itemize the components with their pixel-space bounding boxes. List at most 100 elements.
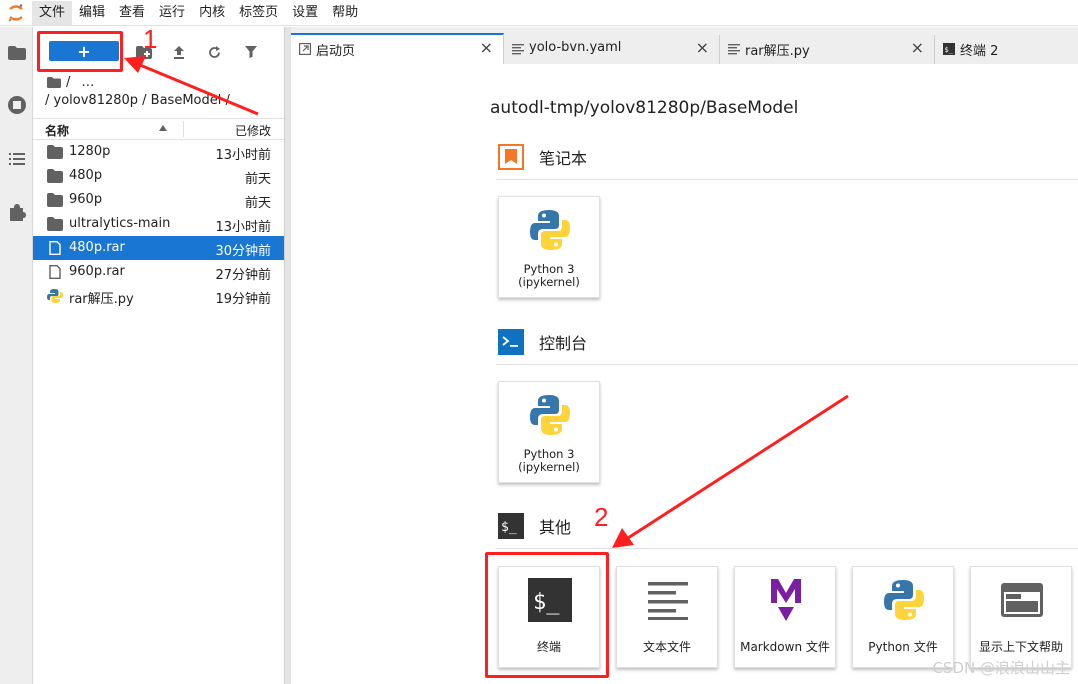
file-row-rar-py[interactable]: rar解压.py 19分钟前 — [33, 284, 284, 308]
file-modified: 27分钟前 — [215, 268, 271, 283]
close-icon[interactable]: × — [911, 40, 924, 56]
notebook-section-title: 笔记本 — [539, 149, 588, 168]
column-name-header[interactable]: 名称 — [45, 122, 69, 139]
python-logo-icon — [525, 205, 575, 255]
context-help-card[interactable]: 显示上下文帮助 — [970, 566, 1072, 668]
menu-help[interactable]: 帮助 — [325, 1, 365, 25]
file-name: rar解压.py — [69, 292, 134, 307]
svg-text:$_: $_ — [945, 46, 954, 54]
file-row-960p-rar[interactable]: 960p.rar 27分钟前 — [33, 260, 284, 284]
file-modified: 30分钟前 — [215, 244, 271, 259]
running-kernels-icon[interactable] — [0, 90, 33, 120]
tab-label: yolo-bvn.yaml — [529, 40, 622, 55]
file-name: 960p.rar — [69, 264, 125, 279]
file-row-480p-rar[interactable]: 480p.rar 30分钟前 — [33, 236, 284, 260]
file-row-480p[interactable]: 480p 前天 — [33, 164, 284, 188]
card-label: Python 文件 — [868, 640, 938, 654]
section-divider — [496, 179, 1078, 180]
card-label: 显示上下文帮助 — [978, 640, 1063, 654]
home-folder-icon — [47, 77, 61, 88]
upload-icon[interactable] — [168, 41, 190, 63]
close-icon[interactable]: × — [696, 40, 709, 56]
folder-icon — [47, 217, 63, 231]
context-help-icon — [997, 575, 1047, 625]
text-file-icon — [728, 44, 740, 55]
refresh-icon[interactable] — [203, 41, 225, 63]
python-icon — [879, 575, 929, 625]
tab-terminal-2[interactable]: $_ 终端 2 — [935, 35, 1078, 64]
card-label-line2: (ipykernel) — [518, 275, 580, 289]
section-divider — [496, 548, 1078, 549]
file-row-ultralytics-main[interactable]: ultralytics-main 13小时前 — [33, 212, 284, 236]
table-of-contents-icon[interactable] — [0, 144, 33, 174]
breadcrumb-root-slash[interactable]: / — [66, 75, 70, 90]
markdown-icon — [761, 575, 811, 625]
file-row-960p[interactable]: 960p 前天 — [33, 188, 284, 212]
card-label: Python 3 (ipykernel) — [499, 448, 599, 474]
file-modified: 前天 — [244, 196, 271, 211]
python-logo-icon — [525, 390, 575, 440]
svg-text:$_: $_ — [501, 520, 517, 535]
tab-launcher[interactable]: 启动页 × — [291, 33, 504, 64]
file-modified: 前天 — [244, 172, 271, 187]
python-file-card[interactable]: Python 文件 — [852, 566, 954, 668]
column-modified-header[interactable]: 已修改 — [235, 122, 271, 139]
file-icon — [49, 241, 61, 255]
folder-icon — [47, 193, 63, 207]
file-modified: 19分钟前 — [215, 292, 271, 307]
close-icon[interactable]: × — [480, 40, 493, 56]
tab-bar: 启动页 × yolo-bvn.yaml × rar解压.py × $_ 终端 2 — [291, 27, 1078, 64]
file-list-header: 名称 已修改 — [33, 118, 284, 140]
launcher-panel: autodl-tmp/yolov81280p/BaseModel 笔记本 Pyt… — [291, 64, 1078, 684]
breadcrumb-root[interactable]: / … — [47, 75, 94, 90]
breadcrumb-path[interactable]: / yolov81280p / BaseModel / — [45, 93, 230, 108]
other-section-header: $_ 其他 — [498, 513, 571, 539]
folder-icon — [47, 169, 63, 183]
menu-settings[interactable]: 设置 — [285, 1, 325, 25]
card-label: 文本文件 — [642, 640, 691, 654]
menu-bar: 文件 编辑 查看 运行 内核 标签页 设置 帮助 — [0, 0, 1078, 26]
console-python3-card[interactable]: Python 3 (ipykernel) — [498, 381, 600, 483]
watermark-text: CSDN @浪浪山山主 — [932, 659, 1070, 677]
file-modified: 13小时前 — [215, 148, 271, 163]
notebook-section-header: 笔记本 — [498, 144, 587, 170]
terminal-icon: $_ — [943, 43, 955, 55]
left-activity-bar — [0, 27, 33, 684]
annotation-box-2 — [485, 552, 609, 678]
tab-rar-py[interactable]: rar解压.py × — [720, 35, 935, 64]
annotation-number-1: 1 — [143, 24, 158, 54]
jupyterlab-window: 文件 编辑 查看 运行 内核 标签页 设置 帮助 + / … / yolov81… — [0, 0, 1078, 684]
menu-kernel[interactable]: 内核 — [192, 1, 232, 25]
column-divider — [183, 121, 184, 137]
terminal-section-icon: $_ — [498, 513, 524, 539]
file-browser-folder-icon[interactable] — [0, 38, 33, 68]
notebook-python3-card[interactable]: Python 3 (ipykernel) — [498, 196, 600, 298]
folder-icon — [47, 145, 63, 159]
text-file-icon — [512, 44, 524, 55]
menu-tabs[interactable]: 标签页 — [232, 1, 285, 25]
file-row-1280p[interactable]: 1280p 13小时前 — [33, 140, 284, 164]
file-name: ultralytics-main — [69, 216, 171, 231]
markdown-file-card[interactable]: Markdown 文件 — [734, 566, 836, 668]
text-lines-icon — [643, 575, 693, 625]
console-section-title: 控制台 — [539, 334, 588, 353]
text-file-card[interactable]: 文本文件 — [616, 566, 718, 668]
menu-view[interactable]: 查看 — [112, 1, 152, 25]
file-browser-panel: + / … / yolov81280p / BaseModel / 名称 已修改… — [33, 27, 284, 684]
sort-ascending-icon — [159, 125, 167, 131]
breadcrumb-ellipsis[interactable]: … — [81, 75, 94, 90]
panel-splitter[interactable] — [284, 27, 291, 684]
other-section-title: 其他 — [539, 518, 572, 537]
filter-icon[interactable] — [240, 41, 262, 63]
menu-run[interactable]: 运行 — [152, 1, 192, 25]
console-section-header: 控制台 — [498, 329, 587, 355]
extensions-puzzle-icon[interactable] — [0, 197, 33, 227]
launcher-cwd-path: autodl-tmp/yolov81280p/BaseModel — [490, 98, 799, 118]
card-label: Python 3 (ipykernel) — [499, 263, 599, 289]
tab-label: 终端 2 — [960, 44, 999, 59]
file-name: 480p — [69, 168, 103, 183]
menu-edit[interactable]: 编辑 — [72, 1, 112, 25]
menu-file[interactable]: 文件 — [32, 0, 73, 25]
tab-yolo-bvn-yaml[interactable]: yolo-bvn.yaml × — [504, 35, 720, 64]
tab-label: rar解压.py — [745, 44, 810, 59]
